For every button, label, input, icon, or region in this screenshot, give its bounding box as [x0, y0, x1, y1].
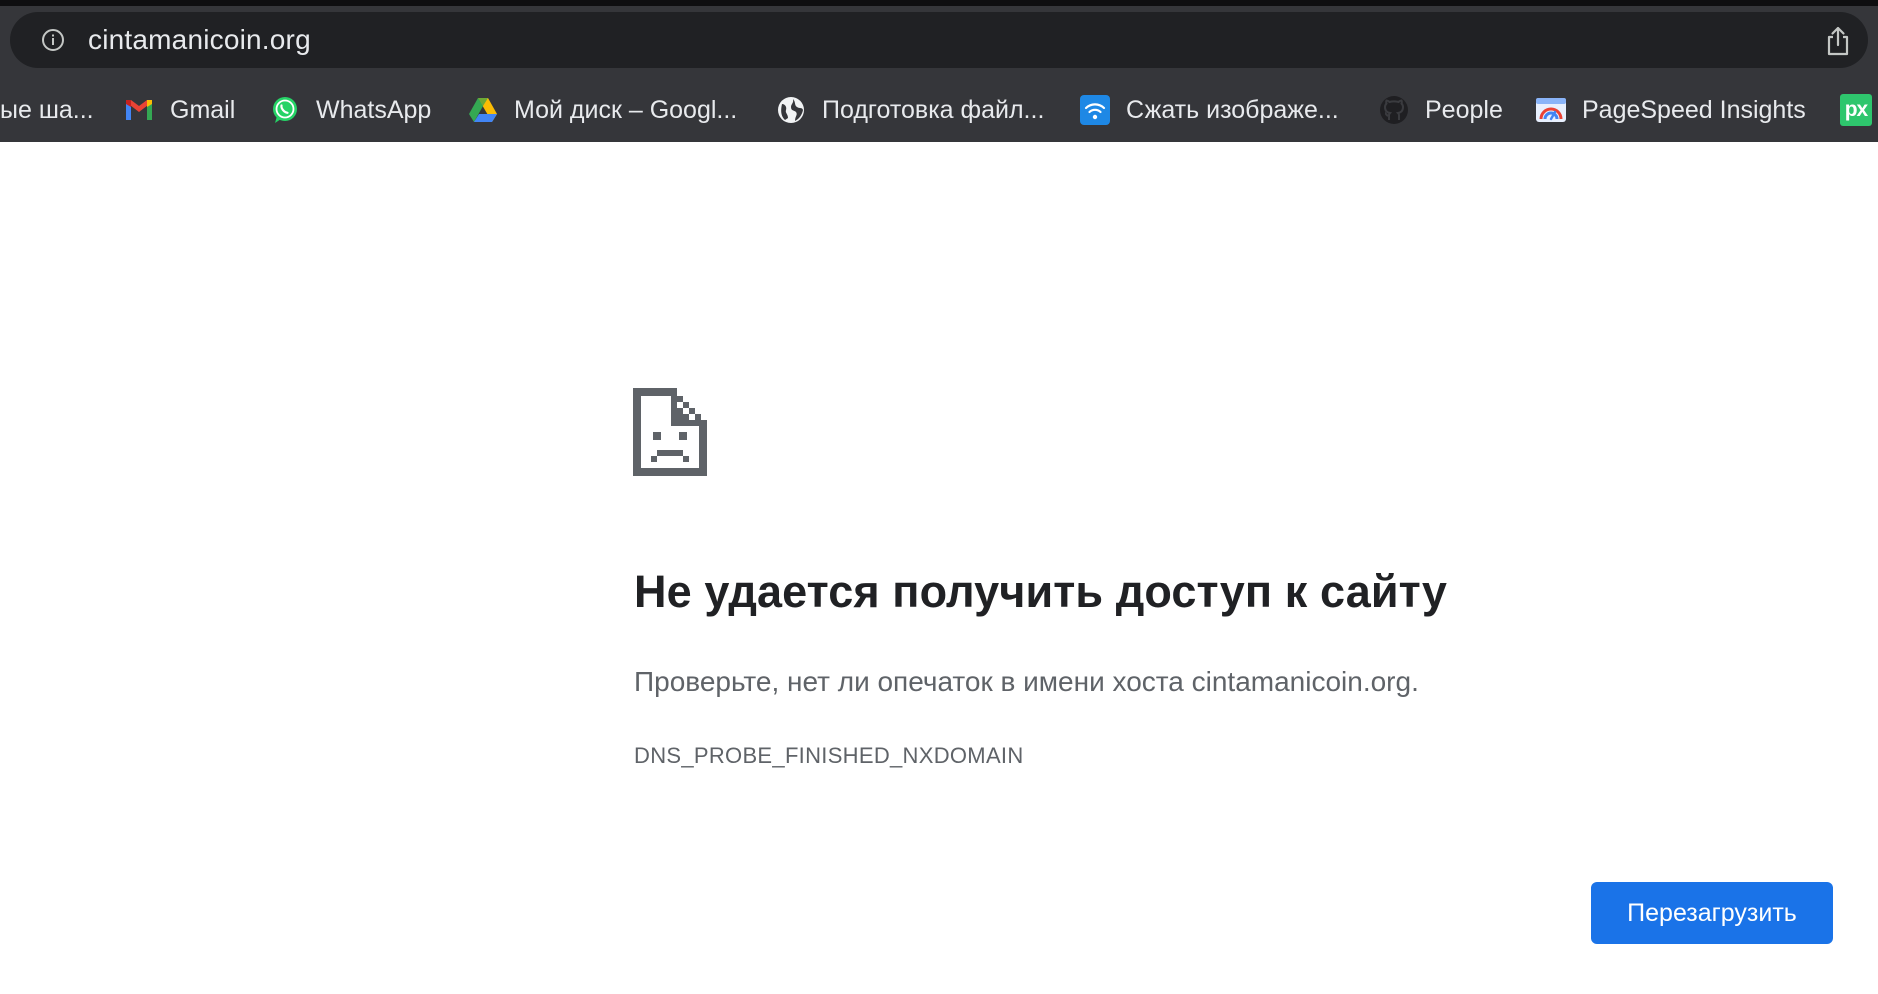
error-title: Не удается получить доступ к сайту — [634, 566, 1447, 617]
bookmark-people[interactable]: People — [1379, 82, 1503, 138]
bookmark-label: PageSpeed Insights — [1582, 95, 1806, 124]
gmail-icon — [124, 95, 154, 125]
address-url[interactable]: cintamanicoin.org — [88, 12, 311, 68]
bookmark-label: ые ша... — [0, 95, 94, 124]
bookmark-label: People — [1425, 95, 1503, 124]
bookmark-compress-image[interactable]: Сжать изображе... — [1080, 82, 1339, 138]
info-icon[interactable] — [41, 28, 65, 52]
whatsapp-icon — [270, 95, 300, 125]
error-page: Не удается получить доступ к сайту Прове… — [0, 142, 1878, 994]
bookmarks-bar: ые ша... Gmail WhatsApp Мой диск – Googl… — [0, 82, 1878, 138]
bookmark-label: px — [1844, 98, 1868, 121]
wifi-icon — [1080, 95, 1110, 125]
bookmark-google-drive[interactable]: Мой диск – Googl... — [468, 82, 737, 138]
bookmark-pagespeed[interactable]: PageSpeed Insights — [1536, 82, 1806, 138]
bookmark-label: WhatsApp — [316, 95, 432, 124]
github-icon — [1379, 95, 1409, 125]
globe-icon — [776, 95, 806, 125]
sad-page-icon — [633, 388, 707, 476]
pagespeed-icon — [1536, 95, 1566, 125]
error-code: DNS_PROBE_FINISHED_NXDOMAIN — [634, 743, 1024, 768]
bookmark-pixabay[interactable]: px — [1840, 82, 1872, 138]
share-icon[interactable] — [1824, 26, 1852, 56]
pixabay-icon: px — [1840, 94, 1872, 126]
bookmark-whatsapp[interactable]: WhatsApp — [270, 82, 431, 138]
bookmark-label: Мой диск – Googl... — [514, 95, 738, 124]
google-drive-icon — [468, 95, 498, 125]
reload-button[interactable]: Перезагрузить — [1591, 882, 1833, 944]
bookmark-label: Подготовка файл... — [822, 95, 1045, 124]
bookmark-globe[interactable]: Подготовка файл... — [776, 82, 1044, 138]
address-bar[interactable]: cintamanicoin.org — [10, 12, 1868, 68]
bookmark-label: Gmail — [170, 95, 236, 124]
bookmark-item[interactable]: ые ша... — [0, 82, 94, 138]
bookmark-gmail[interactable]: Gmail — [124, 82, 235, 138]
browser-toolbar: cintamanicoin.org ые ша... Gmail WhatsAp… — [0, 6, 1878, 148]
bookmark-label: Сжать изображе... — [1126, 95, 1339, 124]
error-description: Проверьте, нет ли опечаток в имени хоста… — [634, 666, 1419, 697]
